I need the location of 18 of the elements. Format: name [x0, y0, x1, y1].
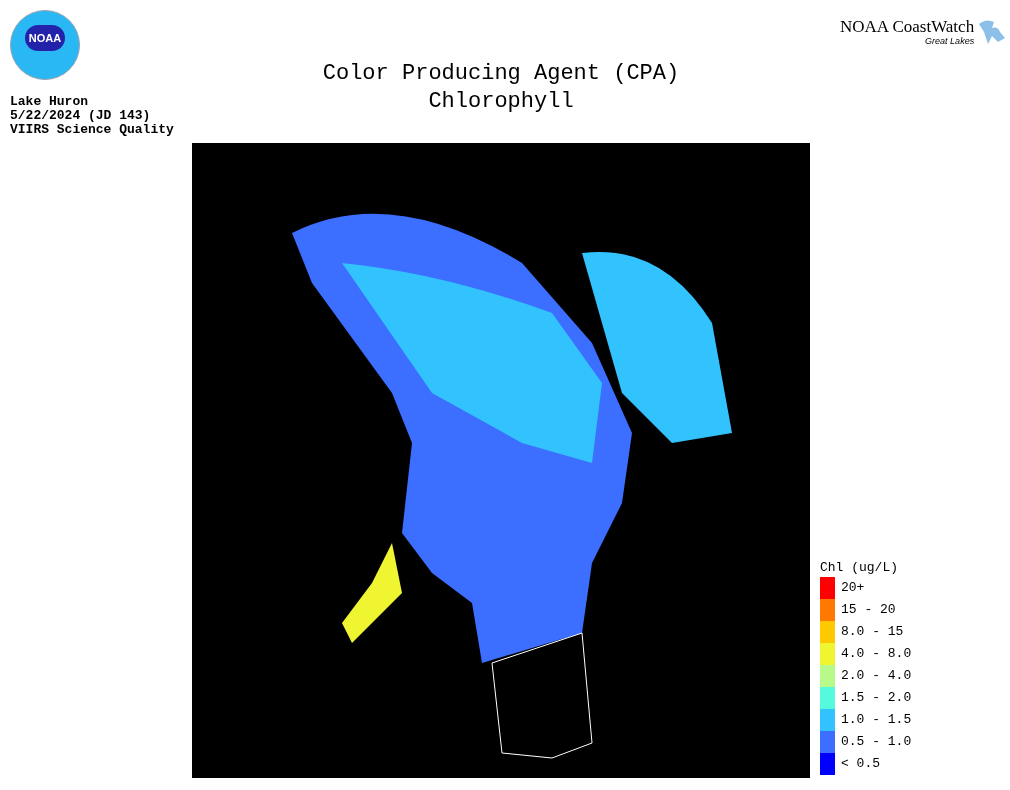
- legend-label: 1.5 - 2.0: [841, 689, 912, 708]
- chart-title: Color Producing Agent (CPA): [322, 60, 680, 88]
- legend-label: 2.0 - 4.0: [841, 667, 912, 686]
- legend-label: 20+: [841, 579, 865, 598]
- brand-subtitle: Great Lakes: [925, 36, 975, 46]
- legend-label: < 0.5: [841, 755, 880, 774]
- logo-text: NOAA: [28, 30, 62, 46]
- legend-label: 1.0 - 1.5: [841, 711, 912, 730]
- legend-label: 8.0 - 15: [841, 623, 904, 642]
- info-text: VIIRS Science Quality: [10, 123, 175, 137]
- brand-name: NOAA CoastWatch: [840, 18, 975, 36]
- legend-label: 0.5 - 1.0: [841, 733, 912, 752]
- legend-label: 4.0 - 8.0: [841, 645, 912, 664]
- info-text: Lake Huron: [10, 95, 89, 109]
- chart-title: Chlorophyll: [428, 88, 574, 116]
- info-text: 5/22/2024 (JD 143): [10, 109, 152, 123]
- legend-title: Chl (ug/L): [820, 559, 899, 577]
- legend-label: 15 - 20: [841, 601, 896, 620]
